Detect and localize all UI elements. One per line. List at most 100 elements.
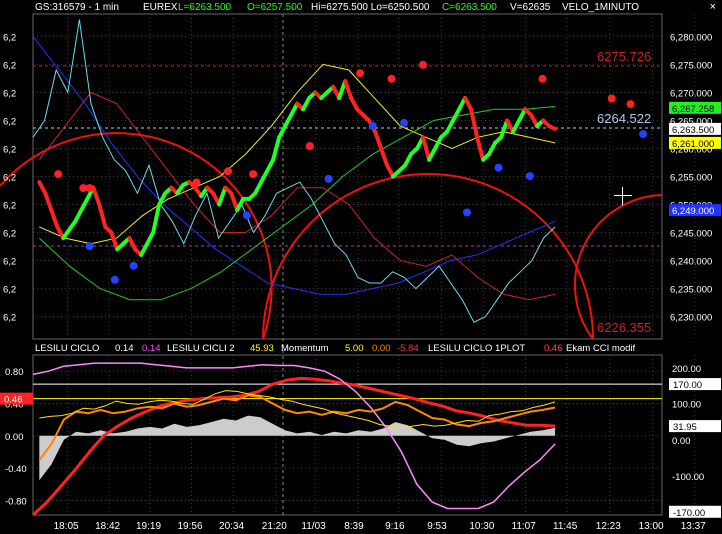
open-price-label: O=6257.500 [247, 2, 303, 13]
level-label-low: 6226.355 [597, 320, 652, 335]
volume-label: V=62635 [510, 2, 551, 13]
sub-y-left-tick: 0.00 [5, 432, 24, 443]
sub-y-right-tick: 200.00 [672, 364, 701, 375]
x-tick-label: 18:42 [95, 521, 120, 532]
main-y-right-tick: 6,235.000 [670, 285, 712, 296]
pivot-top-marker [607, 94, 616, 103]
main-y-left-tick: 6,2 [3, 116, 16, 127]
pivot-bottom-marker [242, 211, 251, 220]
sub-last-value-label: -170.00 [673, 508, 705, 519]
main-y-left-tick: 6,2 [3, 201, 16, 212]
main-y-left-tick: 6,2 [3, 144, 16, 155]
pivot-top-marker [356, 69, 365, 78]
ind3-name: Momentum [281, 343, 329, 354]
ind1-value1: 0.14 [115, 343, 134, 354]
exchange-label: EUREX [143, 2, 178, 13]
main-y-right-tick: 6,240.000 [670, 257, 712, 268]
close-price-label: C=6263.500 [442, 2, 497, 13]
pivot-bottom-marker [85, 242, 94, 251]
sub-y-right-tick: -100.00 [672, 472, 704, 483]
pivot-bottom-marker [463, 208, 471, 217]
main-last-value-label: 6,261.000 [672, 139, 714, 150]
indicator-name-label: VELO_1MINUTO [562, 2, 640, 13]
x-tick-label: 8:39 [344, 521, 364, 532]
main-y-left-tick: 6,2 [3, 173, 16, 184]
pivot-bottom-marker [494, 163, 503, 172]
main-y-right-tick: 6,270.000 [670, 88, 712, 99]
x-tick-label: 21:20 [262, 521, 287, 532]
pivot-top-marker [192, 178, 201, 187]
chart-canvas: 6,280.0006,26,275.0006,26,270.0006,26,26… [0, 0, 722, 534]
symbol-label: GS:316579 - 1 min [35, 2, 119, 13]
ind2-name: LESILU CICLI 2 [167, 343, 235, 354]
pivot-bottom-marker [110, 275, 119, 284]
sub-last-value-label: 31.95 [673, 422, 697, 433]
x-tick-label: 11:07 [512, 521, 537, 532]
pivot-bottom-marker [525, 172, 534, 181]
sub-y-left-tick: -0.40 [5, 464, 27, 475]
main-last-value-label: 6,263.500 [672, 125, 714, 136]
level-label-high: 6275.726 [597, 49, 652, 64]
x-tick-label: 13:37 [681, 521, 706, 532]
sub-y-left-tick: -0.80 [5, 496, 27, 507]
pivot-bottom-marker [129, 261, 138, 270]
main-y-left-tick: 6,2 [3, 257, 16, 268]
sub-y-right-tick: 0.00 [672, 436, 691, 447]
x-tick-label: 13:00 [639, 521, 664, 532]
main-y-left-tick: 6,2 [3, 88, 16, 99]
sub-last-value-label: 0.46 [4, 395, 23, 406]
main-y-left-tick: 6,2 [3, 313, 16, 324]
ind1-name: LESILU CICLO [35, 343, 100, 354]
x-tick-label: 20:34 [219, 521, 244, 532]
pivot-top-marker [538, 74, 547, 83]
x-tick-label: 11:45 [553, 521, 578, 532]
ind4-name: LESILU CICLO 1PLOT [428, 343, 526, 354]
x-tick-label: 12:23 [596, 521, 621, 532]
main-y-right-tick: 6,280.000 [670, 32, 712, 43]
price-line-segment [547, 124, 558, 131]
pivot-top-marker [224, 167, 232, 176]
pivot-bottom-marker [639, 130, 648, 139]
sub-y-right-tick: 100.00 [672, 399, 701, 410]
ind2-value1: 45.93 [250, 343, 274, 354]
high-low-label: Hi=6275.500 Lo=6250.500 [311, 2, 430, 13]
x-tick-label: 10:30 [469, 521, 494, 532]
sub-y-left-tick: 0.80 [5, 367, 24, 378]
main-y-left-tick: 6,2 [3, 229, 16, 240]
pivot-top-marker [419, 60, 427, 69]
pivot-bottom-marker [400, 118, 409, 127]
main-y-right-tick: 6,255.000 [670, 173, 712, 184]
x-tick-label: 9:53 [427, 521, 447, 532]
ind5-name: Ekam CCI modif [566, 343, 636, 354]
ind3-value3: -5.84 [397, 343, 419, 354]
ind4-value1: 0.46 [544, 343, 563, 354]
ind3-value2: 0.00 [372, 343, 391, 354]
main-y-right-tick: 6,245.000 [670, 229, 712, 240]
ind3-value1: 5.00 [345, 343, 364, 354]
pivot-bottom-marker [368, 121, 377, 130]
main-y-right-tick: 6,230.000 [670, 313, 712, 324]
main-last-value-label: 6,249.000 [672, 206, 714, 217]
pivot-top-marker [387, 74, 396, 83]
main-y-left-tick: 6,2 [3, 32, 16, 43]
sub-last-value-label: 170.00 [673, 380, 702, 391]
main-y-left-tick: 6,2 [3, 285, 16, 296]
crosshair-cursor [614, 187, 632, 205]
pivot-top-marker [85, 184, 94, 193]
pivot-top-marker [249, 170, 258, 179]
x-tick-label: 19:56 [178, 521, 203, 532]
pivot-bottom-marker [324, 174, 333, 183]
close-chart-button[interactable]: × [710, 1, 716, 13]
x-tick-label: 9:16 [385, 521, 405, 532]
main-y-left-tick: 6,2 [3, 60, 16, 71]
x-tick-label: 18:05 [54, 521, 79, 532]
pivot-top-marker [305, 142, 314, 151]
last-price-label: L=6263.500 [178, 2, 232, 13]
pivot-top-marker [54, 170, 63, 179]
main-y-right-tick: 6,275.000 [670, 60, 712, 71]
ind1-value2: 0.14 [142, 343, 161, 354]
x-tick-label: 11/03 [301, 521, 326, 532]
pivot-top-marker [626, 100, 635, 109]
x-tick-label: 19:19 [136, 521, 161, 532]
main-last-value-label: 6,267.258 [672, 104, 714, 115]
